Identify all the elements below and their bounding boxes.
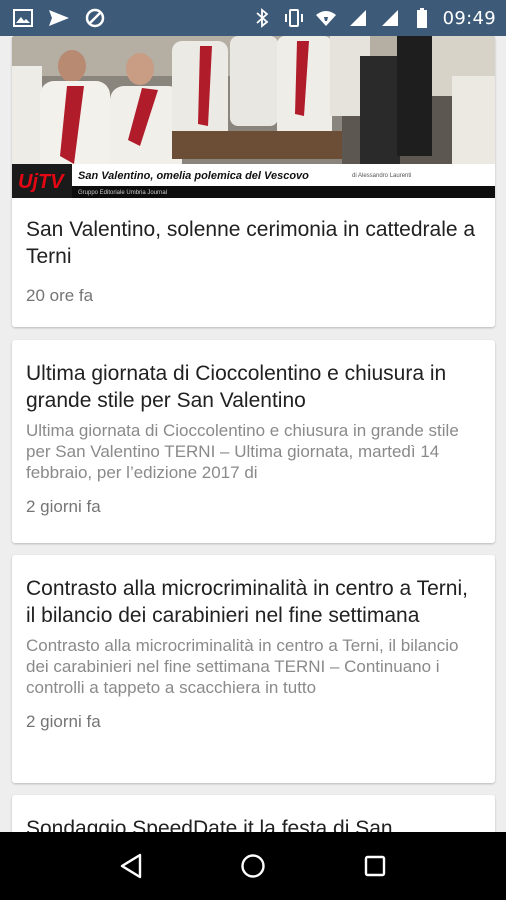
- banner-author: di Alessandro Laurenti: [352, 173, 411, 179]
- article-title[interactable]: Sondaggio SpeedDate.it la festa di San: [26, 815, 481, 832]
- article-time: 20 ore fa: [26, 286, 94, 305]
- signal-icon: [379, 7, 401, 29]
- status-bar: 09:49: [0, 0, 506, 36]
- article-excerpt: Ultima giornata di Cioccolentino e chius…: [26, 421, 459, 482]
- wifi-icon: [315, 7, 337, 29]
- article-time: 2 giorni fa: [26, 497, 101, 516]
- vibrate-icon: [283, 7, 305, 29]
- send-icon: [48, 7, 70, 29]
- news-card[interactable]: UjTV San Valentino, omelia polemica del …: [12, 36, 495, 327]
- news-feed[interactable]: UjTV San Valentino, omelia polemica del …: [0, 36, 506, 832]
- recents-icon[interactable]: [355, 846, 395, 886]
- article-title[interactable]: Ultima giornata di Cioccolentino e chius…: [26, 360, 481, 414]
- news-card[interactable]: Ultima giornata di Cioccolentino e chius…: [12, 340, 495, 543]
- article-title[interactable]: San Valentino, solenne cerimonia in catt…: [26, 216, 481, 270]
- article-image[interactable]: UjTV San Valentino, omelia polemica del …: [12, 36, 495, 198]
- bluetooth-icon: [251, 7, 273, 29]
- news-card[interactable]: Sondaggio SpeedDate.it la festa di San: [12, 795, 495, 832]
- ceremony-photo: UjTV San Valentino, omelia polemica del …: [12, 36, 495, 198]
- battery-icon: [411, 7, 433, 29]
- signal-icon: [347, 7, 369, 29]
- banner-subcaption: Gruppo Editoriale Umbria Journal: [78, 190, 167, 196]
- banner-caption: San Valentino, omelia polemica del Vesco…: [78, 170, 309, 182]
- article-time: 2 giorni fa: [26, 712, 101, 731]
- clock: 09:49: [442, 7, 496, 29]
- back-icon[interactable]: [111, 846, 151, 886]
- home-icon[interactable]: [233, 846, 273, 886]
- article-title[interactable]: Contrasto alla microcriminalità in centr…: [26, 575, 481, 629]
- navigation-bar: [0, 832, 506, 900]
- news-card[interactable]: Contrasto alla microcriminalità in centr…: [12, 555, 495, 783]
- blocked-icon: [84, 7, 106, 29]
- article-excerpt: Contrasto alla microcriminalità in centr…: [26, 636, 459, 697]
- image-icon: [12, 7, 34, 29]
- banner-logo: UjTV: [18, 171, 65, 193]
